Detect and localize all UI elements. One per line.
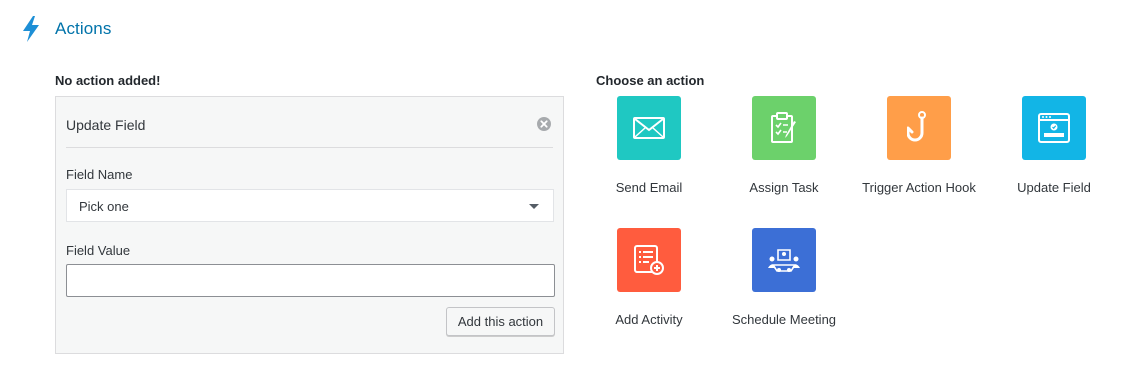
action-panel: Update Field Field Name Pick one Field V… — [55, 96, 564, 354]
form-window-icon — [1022, 96, 1086, 160]
action-label: Schedule Meeting — [731, 312, 837, 327]
action-label: Add Activity — [615, 312, 683, 327]
field-name-selected: Pick one — [79, 199, 129, 214]
action-trigger-hook[interactable]: Trigger Action Hook — [854, 96, 984, 197]
action-send-email[interactable]: Send Email — [584, 96, 714, 197]
close-icon[interactable] — [537, 117, 551, 131]
hook-icon — [887, 96, 951, 160]
action-assign-task[interactable]: Assign Task — [719, 96, 849, 197]
choose-action-heading: Choose an action — [596, 73, 705, 88]
action-label: Send Email — [615, 180, 683, 195]
bolt-icon — [23, 16, 39, 42]
panel-title: Update Field — [66, 117, 146, 133]
panel-header: Update Field — [66, 97, 553, 148]
meeting-icon — [752, 228, 816, 292]
page-title: Actions — [55, 19, 112, 38]
clipboard-icon — [752, 96, 816, 160]
status-message: No action added! — [55, 73, 161, 88]
field-name-label: Field Name — [66, 167, 133, 182]
action-label: Assign Task — [749, 180, 819, 195]
action-update-field[interactable]: Update Field — [989, 96, 1119, 197]
action-label: Update Field — [1017, 180, 1091, 195]
activity-add-icon — [617, 228, 681, 292]
action-schedule-meeting[interactable]: Schedule Meeting — [719, 228, 849, 329]
envelope-icon — [617, 96, 681, 160]
add-action-button[interactable]: Add this action — [446, 307, 555, 336]
field-name-select[interactable]: Pick one — [66, 189, 554, 222]
field-value-label: Field Value — [66, 243, 131, 258]
field-value-input[interactable] — [66, 264, 555, 297]
action-label: Trigger Action Hook — [862, 180, 976, 195]
section-header: Actions — [22, 16, 111, 42]
action-add-activity[interactable]: Add Activity — [584, 228, 714, 329]
chevron-down-icon — [529, 204, 539, 209]
